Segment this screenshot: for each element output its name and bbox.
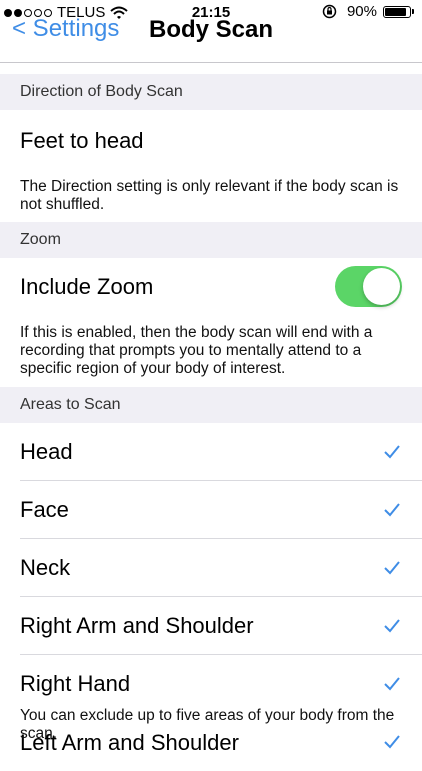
- direction-cell[interactable]: Feet to head: [0, 110, 422, 172]
- areas-footer-note: You can exclude up to five areas of your…: [20, 707, 395, 742]
- checkmark-icon: [384, 503, 400, 517]
- area-label: Neck: [20, 555, 71, 580]
- area-row-right-hand[interactable]: Right Hand: [0, 655, 422, 713]
- zoom-cell: Include Zoom: [0, 258, 422, 316]
- toggle-knob: [363, 268, 400, 305]
- direction-footer: The Direction setting is only relevant i…: [20, 178, 399, 213]
- checkmark-icon: [384, 561, 400, 575]
- zoom-footer: If this is enabled, then the body scan w…: [20, 324, 373, 377]
- checkmark-icon: [384, 677, 400, 691]
- area-label: Head: [20, 439, 73, 464]
- area-label: Face: [20, 497, 69, 522]
- section-header-zoom: Zoom: [0, 222, 422, 258]
- include-zoom-label: Include Zoom: [20, 274, 154, 299]
- section-header-areas: Areas to Scan: [0, 387, 422, 423]
- area-row-face[interactable]: Face: [0, 481, 422, 539]
- navigation-bar: < Settings Body Scan: [0, 0, 422, 63]
- area-label: Right Arm and Shoulder: [20, 613, 254, 638]
- direction-value: Feet to head: [20, 128, 144, 153]
- back-button[interactable]: < Settings: [12, 15, 119, 43]
- checkmark-icon: [384, 445, 400, 459]
- checkmark-icon: [384, 619, 400, 633]
- include-zoom-toggle[interactable]: [335, 266, 402, 307]
- area-row-right-arm[interactable]: Right Arm and Shoulder: [0, 597, 422, 655]
- section-header-direction: Direction of Body Scan: [0, 74, 422, 110]
- area-row-neck[interactable]: Neck: [0, 539, 422, 597]
- area-label: Right Hand: [20, 671, 131, 696]
- area-row-head[interactable]: Head: [0, 423, 422, 481]
